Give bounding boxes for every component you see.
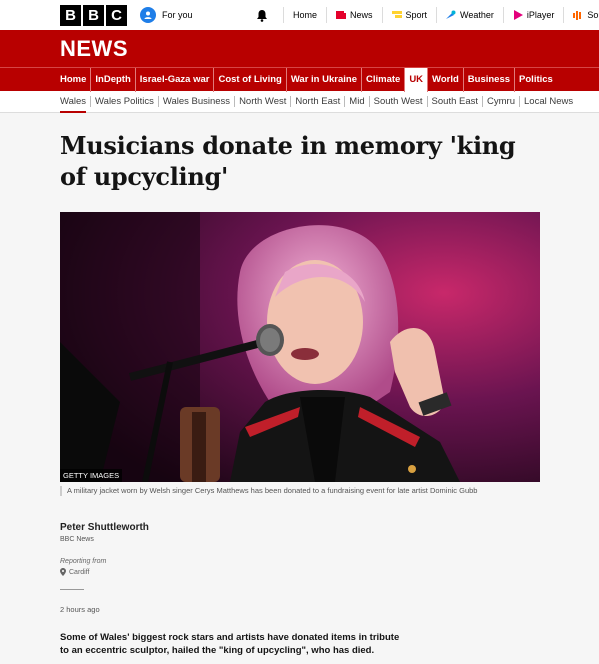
reporting-from-label: Reporting from <box>60 558 107 565</box>
bbc-logo[interactable]: B B C <box>60 4 127 26</box>
subsection-south-east[interactable]: South East <box>426 96 482 107</box>
subsection-nav: Wales Wales Politics Wales Business Nort… <box>0 91 599 113</box>
news-brand-bar: NEWS <box>0 30 599 67</box>
global-nav: Home News Sport Weather iPlayer Sounds <box>255 0 599 30</box>
nav-weather-label: Weather <box>460 10 494 20</box>
article: Musicians donate in memory 'king of upcy… <box>60 130 540 656</box>
for-you-label: For you <box>162 10 193 20</box>
subsection-cymru[interactable]: Cymru <box>482 96 519 107</box>
section-world[interactable]: World <box>427 67 463 92</box>
sounds-icon <box>573 11 582 20</box>
news-wordmark[interactable]: NEWS <box>60 36 128 62</box>
article-hero-image: GETTY IMAGES <box>60 212 540 482</box>
image-caption: A military jacket worn by Welsh singer C… <box>60 486 540 496</box>
subsection-wales[interactable]: Wales <box>60 96 90 113</box>
subsection-south-west[interactable]: South West <box>368 96 427 107</box>
image-credit: GETTY IMAGES <box>60 469 123 482</box>
logo-letter: B <box>60 4 81 26</box>
notifications-bell-icon[interactable] <box>255 8 269 22</box>
nav-news-label: News <box>350 10 373 20</box>
nav-weather[interactable]: Weather <box>436 7 503 23</box>
nav-news[interactable]: News <box>326 7 382 23</box>
section-indepth[interactable]: InDepth <box>90 67 134 92</box>
divider <box>60 589 84 590</box>
subsection-north-west[interactable]: North West <box>234 96 290 107</box>
location-name: Cardiff <box>69 568 90 576</box>
author-organisation: BBC News <box>60 536 94 543</box>
for-you-link[interactable]: For you <box>140 7 193 23</box>
section-climate[interactable]: Climate <box>360 67 404 92</box>
section-nav: Home InDepth Israel-Gaza war Cost of Liv… <box>0 67 599 92</box>
timestamp: 2 hours ago <box>60 605 100 614</box>
article-headline: Musicians donate in memory 'king of upcy… <box>60 131 516 191</box>
iplayer-icon <box>513 10 523 20</box>
location-pin-icon <box>60 568 66 576</box>
nav-sounds-label: Sounds <box>587 10 599 20</box>
subsection-wales-business[interactable]: Wales Business <box>157 96 234 107</box>
nav-sounds[interactable]: Sounds <box>563 7 599 23</box>
news-icon <box>336 11 347 19</box>
sport-icon <box>391 11 402 18</box>
subsection-north-east[interactable]: North East <box>290 96 344 107</box>
nav-sport-label: Sport <box>405 10 428 20</box>
global-header: B B C For you Home News Sport Weather iP… <box>0 0 599 30</box>
section-business[interactable]: Business <box>462 67 514 92</box>
section-israel-gaza[interactable]: Israel-Gaza war <box>134 67 214 92</box>
nav-iplayer-label: iPlayer <box>526 10 555 20</box>
section-war-in-ukraine[interactable]: War in Ukraine <box>285 67 361 92</box>
logo-letter: B <box>83 4 104 26</box>
section-home[interactable]: Home <box>60 68 90 92</box>
nav-sport[interactable]: Sport <box>381 7 437 23</box>
reporting-location: Reporting from Cardiff <box>60 558 106 576</box>
section-uk[interactable]: UK <box>404 67 428 92</box>
byline: Peter Shuttleworth BBC News <box>60 522 149 543</box>
section-cost-of-living[interactable]: Cost of Living <box>213 67 285 92</box>
section-politics[interactable]: Politics <box>514 67 557 92</box>
subsection-local-news[interactable]: Local News <box>519 96 577 107</box>
weather-icon <box>446 10 456 19</box>
subsection-wales-politics[interactable]: Wales Politics <box>90 96 158 107</box>
article-lead-paragraph: Some of Wales' biggest rock stars and ar… <box>60 632 400 656</box>
subsection-mid[interactable]: Mid <box>344 96 368 107</box>
logo-letter: C <box>106 4 127 26</box>
nav-home-label: Home <box>293 10 318 20</box>
account-icon <box>140 7 156 23</box>
nav-iplayer[interactable]: iPlayer <box>502 7 564 23</box>
author-name[interactable]: Peter Shuttleworth <box>60 522 149 533</box>
nav-home[interactable]: Home <box>283 7 326 23</box>
